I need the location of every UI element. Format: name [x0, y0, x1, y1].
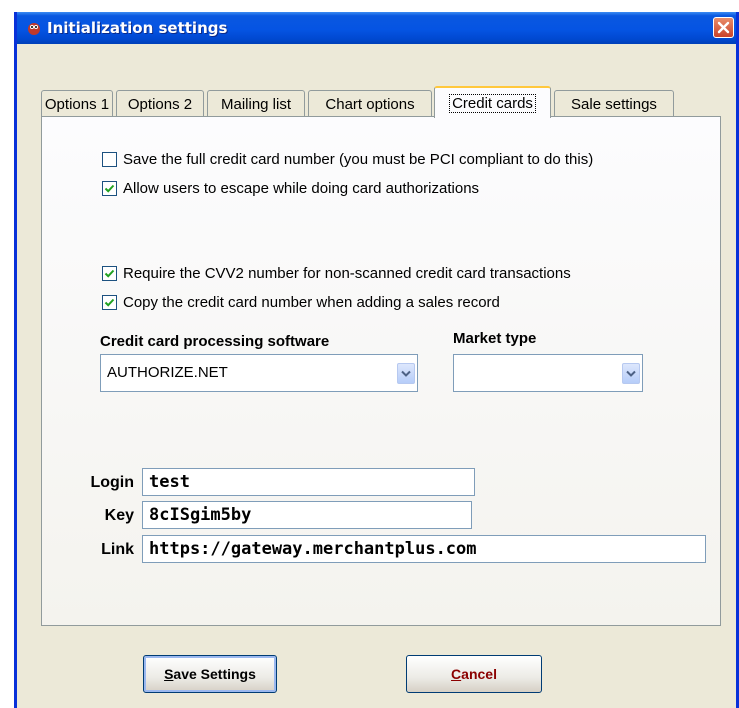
link-field[interactable]: https://gateway.merchantplus.com [142, 535, 706, 563]
tab-chart-options[interactable]: Chart options [308, 90, 432, 117]
save-settings-label-rest: ave Settings [173, 666, 256, 682]
tab-label: Options 2 [127, 95, 193, 113]
market-dropdown-button[interactable] [622, 363, 640, 384]
check-icon [104, 269, 115, 278]
checkbox-box[interactable] [102, 152, 117, 167]
credit-cards-panel: Save the full credit card number (you mu… [41, 116, 721, 626]
tab-mailing-list[interactable]: Mailing list [207, 90, 305, 117]
processing-software-label: Credit card processing software [100, 333, 330, 350]
tab-credit-cards[interactable]: Credit cards [434, 86, 551, 118]
chevron-down-icon [626, 370, 636, 377]
app-icon [28, 23, 40, 35]
chevron-down-icon [401, 370, 411, 377]
tab-options-2[interactable]: Options 2 [116, 90, 204, 117]
require-cvv2-checkbox[interactable]: Require the CVV2 number for non-scanned … [102, 265, 571, 282]
check-icon [104, 298, 115, 307]
cancel-accel: C [451, 666, 462, 682]
save-settings-button[interactable]: Save Settings [143, 655, 277, 693]
close-icon [717, 21, 730, 34]
processing-software-value: AUTHORIZE.NET [107, 364, 228, 381]
cancel-label-rest: ancel [461, 666, 497, 682]
allow-escape-checkbox[interactable]: Allow users to escape while doing card a… [102, 180, 479, 197]
tab-label: Chart options [325, 95, 415, 113]
cancel-button[interactable]: Cancel [406, 655, 542, 693]
title-bar[interactable]: Initialization settings [17, 12, 736, 44]
save-full-number-checkbox[interactable]: Save the full credit card number (you mu… [102, 151, 593, 168]
login-field[interactable]: test [142, 468, 475, 496]
checkbox-label: Save the full credit card number (you mu… [123, 151, 594, 168]
check-icon [104, 184, 115, 193]
processing-software-select[interactable]: AUTHORIZE.NET [100, 354, 418, 392]
tab-label: Sale settings [571, 95, 657, 113]
checkbox-box[interactable] [102, 266, 117, 281]
tab-label: Mailing list [220, 95, 292, 113]
key-label: Key [104, 507, 134, 524]
checkbox-label: Require the CVV2 number for non-scanned … [123, 265, 571, 282]
login-value: test [149, 472, 190, 492]
processing-dropdown-button[interactable] [397, 363, 415, 384]
checkbox-label: Allow users to escape while doing card a… [123, 180, 480, 197]
tab-sale-settings[interactable]: Sale settings [554, 90, 674, 117]
key-field[interactable]: 8cISgim5by [142, 501, 472, 529]
checkbox-box[interactable] [102, 181, 117, 196]
link-label: Link [101, 541, 134, 558]
link-value: https://gateway.merchantplus.com [149, 539, 477, 559]
copy-card-number-checkbox[interactable]: Copy the credit card number when adding … [102, 294, 500, 311]
market-type-label: Market type [453, 330, 537, 347]
login-label: Login [90, 474, 134, 491]
checkbox-box[interactable] [102, 295, 117, 310]
close-button[interactable] [713, 17, 734, 38]
checkbox-label: Copy the credit card number when adding … [123, 294, 500, 311]
save-settings-accel: S [164, 666, 174, 682]
market-type-select[interactable] [453, 354, 643, 392]
tab-options-1[interactable]: Options 1 [41, 90, 113, 117]
settings-window: Initialization settings Options 1 Option… [14, 12, 739, 708]
window-title: Initialization settings [47, 19, 228, 37]
key-value: 8cISgim5by [149, 505, 252, 525]
tab-label: Options 1 [44, 95, 110, 113]
tab-label: Credit cards [449, 93, 536, 113]
